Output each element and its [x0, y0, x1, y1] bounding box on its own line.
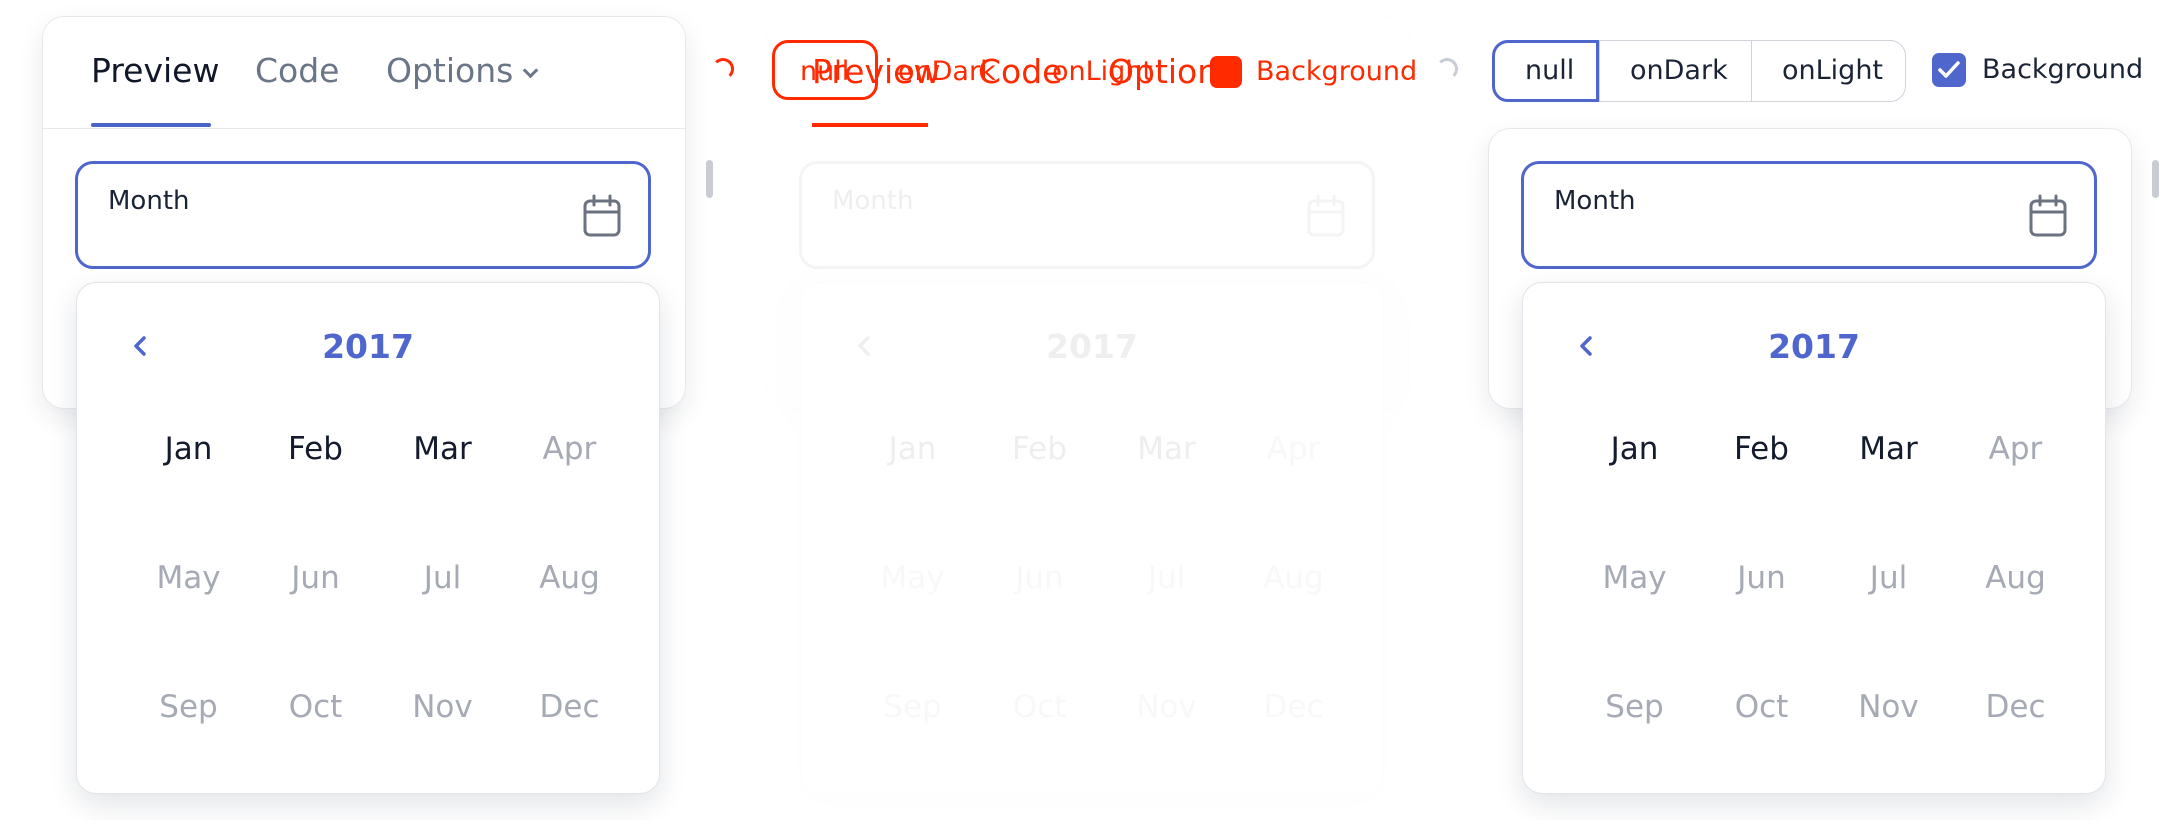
month-jul: Jul — [1147, 560, 1186, 596]
month-field-label: Month — [108, 186, 190, 216]
picker-year-middle: 2017 — [1046, 327, 1138, 366]
glitch-checkbox — [1210, 56, 1242, 88]
month-field-label: Month — [1554, 186, 1636, 216]
month-picker-left: 2017 Jan Feb Mar Apr May Jun Jul Aug Sep… — [76, 282, 660, 794]
month-oct: Oct — [1734, 689, 1789, 725]
month-feb[interactable]: Feb — [1698, 413, 1825, 542]
theme-option-null[interactable]: null — [1492, 40, 1599, 102]
month-apr: Apr — [1266, 431, 1321, 467]
month-aug: Aug — [1263, 560, 1324, 596]
theme-segmented-control: null onDark onLight — [1492, 40, 1906, 102]
month-field[interactable]: Month — [1521, 161, 2097, 269]
month-nov: Nov — [1136, 689, 1197, 725]
month-dec: Dec — [1263, 689, 1324, 725]
month-oct: Oct — [288, 689, 343, 725]
month-feb: Feb — [1012, 431, 1067, 467]
month-mar[interactable]: Mar — [379, 413, 506, 542]
month-feb[interactable]: Feb — [252, 413, 379, 542]
month-field-label-middle: Month — [832, 186, 914, 216]
chevron-down-icon — [523, 62, 539, 79]
theme-option-ondark[interactable]: onDark — [1599, 41, 1751, 101]
theme-option-onlight[interactable]: onLight — [1751, 41, 1906, 101]
background-checkbox-label[interactable]: Background — [1982, 52, 2143, 88]
month-sep: Sep — [883, 689, 942, 725]
tab-bar: Preview Code Options — [43, 17, 685, 129]
tab-options[interactable]: Options — [386, 49, 539, 93]
month-nov: Nov — [412, 689, 473, 725]
month-nov: Nov — [1858, 689, 1919, 725]
month-grid: Jan Feb Mar Apr May Jun Jul Aug Sep Oct … — [1571, 413, 2079, 800]
picker-year[interactable]: 2017 — [1523, 325, 2105, 369]
month-field-middle: Month — [799, 161, 1375, 269]
month-grid-middle: Jan Feb Mar Apr May Jun Jul Aug Sep Oct … — [849, 413, 1357, 800]
month-jul: Jul — [1869, 560, 1908, 596]
month-jun: Jun — [1015, 560, 1064, 596]
check-icon — [1938, 61, 1960, 78]
calendar-icon[interactable] — [2028, 194, 2068, 238]
calendar-icon[interactable] — [582, 194, 622, 238]
month-jan[interactable]: Jan — [125, 413, 252, 542]
month-oct: Oct — [1012, 689, 1067, 725]
glitch-code: Code — [978, 52, 1063, 91]
month-jan[interactable]: Jan — [1571, 413, 1698, 542]
tab-preview[interactable]: Preview — [91, 49, 219, 93]
loading-arc-icon — [712, 58, 734, 80]
month-mar[interactable]: Mar — [1825, 413, 1952, 542]
picker-year[interactable]: 2017 — [77, 325, 659, 369]
month-mar: Mar — [1137, 431, 1196, 467]
month-apr: Apr — [542, 431, 597, 467]
month-input[interactable] — [1552, 222, 1972, 258]
month-sep: Sep — [159, 689, 218, 725]
month-aug: Aug — [539, 560, 600, 596]
month-apr: Apr — [1988, 431, 2043, 467]
month-dec: Dec — [539, 689, 600, 725]
month-grid: Jan Feb Mar Apr May Jun Jul Aug Sep Oct … — [125, 413, 633, 800]
scrollbar-thumb[interactable] — [2152, 160, 2159, 198]
tab-code[interactable]: Code — [255, 49, 339, 93]
month-aug: Aug — [1985, 560, 2046, 596]
month-field[interactable]: Month — [75, 161, 651, 269]
tab-options-label: Options — [386, 51, 514, 90]
calendar-icon — [1307, 194, 1345, 237]
month-input[interactable] — [106, 222, 526, 258]
month-picker-right: 2017 Jan Feb Mar Apr May Jun Jul Aug Sep… — [1522, 282, 2106, 794]
month-jan: Jan — [888, 431, 937, 467]
glitch-underline — [812, 123, 928, 127]
scrollbar-thumb[interactable] — [706, 160, 713, 198]
loading-arc-icon — [1436, 58, 1458, 80]
month-dec: Dec — [1985, 689, 2046, 725]
month-jun: Jun — [1737, 560, 1786, 596]
month-may: May — [1602, 560, 1667, 596]
month-picker-middle: 2017 Jan Feb Mar Apr May Jun Jul Aug Sep… — [800, 282, 1384, 794]
month-jul: Jul — [423, 560, 462, 596]
active-tab-indicator — [91, 123, 211, 127]
month-may: May — [880, 560, 945, 596]
month-jun: Jun — [291, 560, 340, 596]
glitch-background: Background — [1256, 56, 1418, 87]
month-may: May — [156, 560, 221, 596]
month-sep: Sep — [1605, 689, 1664, 725]
background-checkbox[interactable] — [1932, 53, 1966, 87]
